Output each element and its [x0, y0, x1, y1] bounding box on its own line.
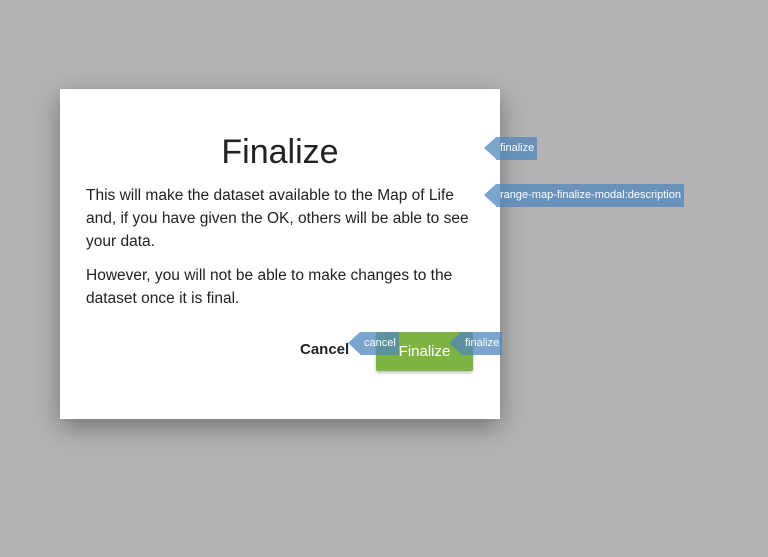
annotation-tag-finalize: finalize: [448, 332, 503, 355]
annotation-tag-cancel: cancel: [348, 332, 399, 355]
finalize-modal: Finalize This will make the dataset avai…: [60, 89, 500, 419]
modal-title: Finalize: [221, 133, 339, 171]
modal-description: This will make the dataset available to …: [86, 184, 476, 321]
cancel-button[interactable]: Cancel: [300, 341, 349, 358]
description-paragraph: However, you will not be able to make ch…: [86, 267, 453, 307]
annotation-tag-description: range-map-finalize-modal:description: [484, 184, 684, 207]
description-paragraph: This will make the dataset available to …: [86, 187, 469, 250]
annotation-tag-title: finalize: [483, 137, 538, 160]
